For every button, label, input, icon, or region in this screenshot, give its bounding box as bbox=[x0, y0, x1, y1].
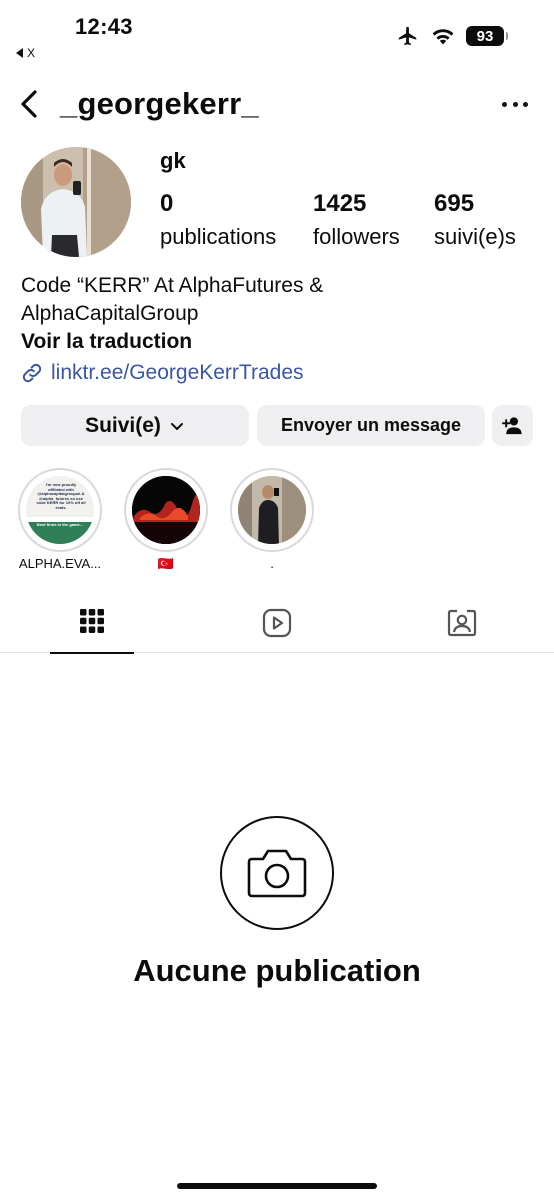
story-highlight[interactable]: 🇹🇷 bbox=[124, 468, 208, 572]
back-chevron-icon[interactable] bbox=[14, 86, 44, 122]
stat-following[interactable]: 695 suivi(e)s bbox=[434, 190, 516, 250]
back-triangle-icon bbox=[16, 48, 23, 58]
empty-state-circle bbox=[220, 816, 334, 930]
link-icon bbox=[22, 363, 42, 383]
story-highlight[interactable]: . bbox=[230, 468, 314, 571]
back-app-label: X bbox=[27, 46, 36, 60]
tab-reels[interactable] bbox=[185, 600, 369, 653]
following-button[interactable]: Suivi(e) bbox=[21, 405, 249, 446]
stat-label: suivi(e)s bbox=[434, 224, 516, 249]
highlight-ring: I'm now proudly affiliated with @alphaca… bbox=[18, 468, 102, 552]
battery-icon: 93 bbox=[466, 26, 508, 46]
highlight-ring bbox=[124, 468, 208, 552]
airplane-icon bbox=[398, 26, 417, 46]
avatar-photo bbox=[21, 147, 131, 257]
status-icons: 93 bbox=[396, 25, 508, 47]
stat-value: 1425 bbox=[313, 190, 367, 217]
highlight-label: ALPHA.EVA... bbox=[18, 556, 102, 571]
bio-line: AlphaCapitalGroup bbox=[21, 302, 199, 325]
highlight-label: . bbox=[270, 556, 274, 571]
profile-link[interactable]: linktr.ee/GeorgeKerrTrades bbox=[21, 361, 304, 385]
stat-label: publications bbox=[160, 224, 277, 249]
status-time: 12:43 bbox=[75, 14, 133, 39]
header-username: _georgekerr_ bbox=[60, 86, 259, 121]
stat-value: 695 bbox=[434, 190, 475, 217]
translate-link[interactable]: Voir la traduction bbox=[21, 330, 192, 354]
following-button-label: Suivi(e) bbox=[85, 413, 161, 437]
more-options-icon[interactable] bbox=[502, 102, 528, 110]
highlight-cover bbox=[132, 476, 200, 544]
tagged-icon bbox=[447, 609, 477, 637]
stat-value: 0 bbox=[160, 190, 174, 217]
suggest-user-button[interactable] bbox=[492, 405, 533, 446]
camera-icon bbox=[247, 849, 307, 898]
highlight-ring bbox=[230, 468, 314, 552]
empty-state-title: Aucune publication bbox=[133, 953, 421, 988]
reels-icon bbox=[262, 608, 292, 638]
tab-tagged[interactable] bbox=[370, 600, 554, 653]
stat-label: followers bbox=[313, 224, 400, 249]
profile-stats: 0 publications 1425 followers 695 suivi(… bbox=[160, 190, 540, 250]
status-bar: 12:43 93 bbox=[0, 0, 554, 47]
bio-line: Code “KERR” At AlphaFutures & bbox=[21, 274, 324, 297]
chevron-down-icon bbox=[170, 422, 183, 430]
wifi-icon bbox=[432, 29, 454, 45]
add-user-icon bbox=[501, 416, 522, 434]
home-indicator[interactable] bbox=[177, 1183, 377, 1189]
back-to-app[interactable]: X bbox=[16, 46, 35, 60]
stat-publications[interactable]: 0 publications bbox=[160, 190, 276, 250]
profile-header: _georgekerr_ bbox=[0, 80, 554, 128]
profile-tabs bbox=[0, 600, 554, 654]
stat-followers[interactable]: 1425 followers bbox=[313, 190, 400, 250]
highlight-cover: I'm now proudly affiliated with @alphaca… bbox=[26, 476, 94, 544]
highlight-label: 🇹🇷 bbox=[157, 556, 175, 571]
battery-level: 93 bbox=[476, 27, 494, 45]
story-highlight[interactable]: I'm now proudly affiliated with @alphaca… bbox=[18, 468, 102, 571]
avatar[interactable] bbox=[21, 147, 131, 257]
profile-link-text: linktr.ee/GeorgeKerrTrades bbox=[51, 361, 304, 384]
highlight-card-line: evals. bbox=[55, 504, 67, 510]
tab-posts[interactable] bbox=[0, 600, 184, 654]
highlight-card-footer: Best firms in the game... bbox=[36, 522, 84, 527]
message-button-label: Envoyer un message bbox=[280, 415, 462, 435]
message-button[interactable]: Envoyer un message bbox=[257, 405, 485, 446]
highlight-cover bbox=[238, 476, 306, 544]
display-name: gk bbox=[160, 148, 186, 173]
grid-icon bbox=[80, 609, 104, 633]
bio: Code “KERR” At AlphaFutures & AlphaCapit… bbox=[21, 272, 541, 328]
